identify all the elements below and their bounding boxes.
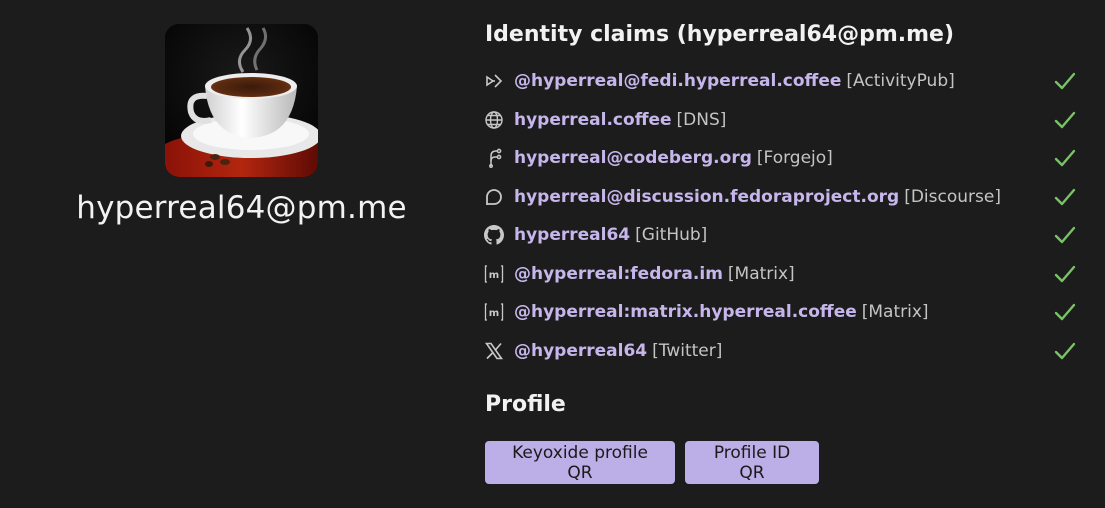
claim-matrix-fedora: m @hyperreal:fedora.im [Matrix] [483, 255, 1083, 294]
claim-identifier-link[interactable]: @hyperreal:fedora.im [514, 264, 723, 284]
activitypub-icon [483, 70, 505, 92]
x-twitter-icon [483, 340, 505, 362]
svg-text:m: m [489, 308, 499, 319]
claim-identifier-link[interactable]: hyperreal@discussion.fedoraproject.org [514, 187, 899, 207]
claim-activitypub: @hyperreal@fedi.hyperreal.coffee [Activi… [483, 62, 1083, 101]
profile-heading: Profile [485, 392, 566, 417]
claim-type-label: [GitHub] [635, 225, 708, 246]
claim-discourse: hyperreal@discussion.fedoraproject.org [… [483, 178, 1083, 217]
claim-type-label: [Twitter] [652, 340, 723, 361]
claim-identifier-link[interactable]: hyperreal64 [514, 225, 630, 245]
verified-check-icon [1054, 227, 1076, 244]
verified-check-icon [1054, 188, 1076, 205]
claim-type-label: [Discourse] [904, 186, 1001, 207]
globe-icon [483, 109, 505, 131]
verified-check-icon [1054, 265, 1076, 282]
identity-claims-heading: Identity claims (hyperreal64@pm.me) [485, 22, 955, 47]
claim-forgejo: hyperreal@codeberg.org [Forgejo] [483, 139, 1083, 178]
claim-identifier-link[interactable]: @hyperreal@fedi.hyperreal.coffee [514, 71, 841, 91]
verified-check-icon [1054, 342, 1076, 359]
coffee-cup-image [165, 24, 318, 177]
verified-check-icon [1054, 73, 1076, 90]
claim-identifier-link[interactable]: hyperreal@codeberg.org [514, 148, 752, 168]
claim-github: hyperreal64 [GitHub] [483, 216, 1083, 255]
claim-twitter: @hyperreal64 [Twitter] [483, 332, 1083, 371]
claim-identifier-link[interactable]: @hyperreal64 [514, 341, 647, 361]
profile-name: hyperreal64@pm.me [76, 190, 407, 226]
claim-matrix-hyperreal: m @hyperreal:matrix.hyperreal.coffee [Ma… [483, 293, 1083, 332]
profile-id-qr-button[interactable]: Profile ID QR [685, 441, 819, 484]
forgejo-icon [483, 147, 505, 169]
verified-check-icon [1054, 111, 1076, 128]
svg-text:m: m [489, 270, 499, 281]
claim-type-label: [ActivityPub] [846, 71, 955, 92]
claim-type-label: [Matrix] [861, 302, 929, 323]
claim-type-label: [DNS] [676, 109, 727, 130]
avatar [165, 24, 318, 177]
matrix-icon: m [483, 301, 505, 323]
matrix-icon: m [483, 263, 505, 285]
claim-type-label: [Forgejo] [756, 148, 833, 169]
claim-identifier-link[interactable]: @hyperreal:matrix.hyperreal.coffee [514, 302, 857, 322]
claim-type-label: [Matrix] [727, 263, 795, 284]
claims-list: @hyperreal@fedi.hyperreal.coffee [Activi… [483, 62, 1083, 370]
discourse-icon [483, 186, 505, 208]
profile-page: hyperreal64@pm.me Identity claims (hyper… [0, 0, 1105, 508]
claim-identifier-link[interactable]: hyperreal.coffee [514, 110, 672, 130]
verified-check-icon [1054, 150, 1076, 167]
github-icon [483, 224, 505, 246]
verified-check-icon [1054, 304, 1076, 321]
claim-dns: hyperreal.coffee [DNS] [483, 101, 1083, 140]
keyoxide-profile-qr-button[interactable]: Keyoxide profile QR [485, 441, 675, 484]
